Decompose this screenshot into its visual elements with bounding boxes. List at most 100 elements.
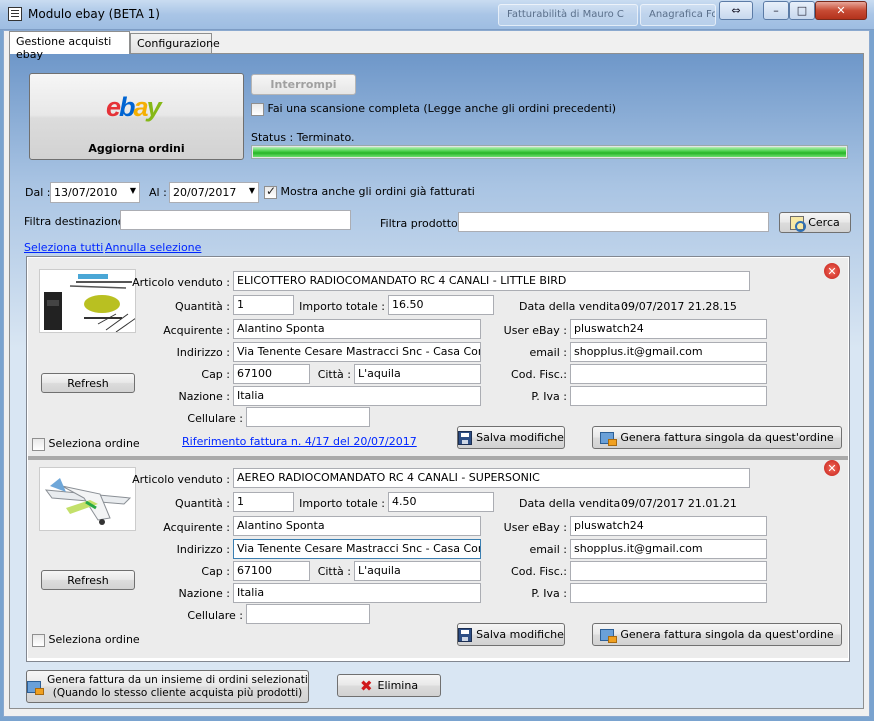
quantity-field[interactable]: 1 xyxy=(233,295,294,315)
mobile-label: Cellulare : xyxy=(187,412,243,425)
buyer-field[interactable]: Alantino Sponta xyxy=(233,516,481,536)
article-field[interactable]: AEREO RADIOCOMANDATO RC 4 CANALI - SUPER… xyxy=(233,468,750,488)
helicopter-image xyxy=(40,270,135,332)
product-thumbnail xyxy=(39,269,136,333)
search-button[interactable]: Cerca xyxy=(779,212,851,233)
email-field[interactable]: shopplus.it@gmail.com xyxy=(570,342,767,362)
sale-date-label: Data della vendita : xyxy=(519,497,628,510)
single-invoice-button[interactable]: Genera fattura singola da quest'ordine xyxy=(592,426,842,449)
order-card: Refresh Seleziona ordine Articolo vendut… xyxy=(28,258,848,456)
window-title: Modulo ebay (BETA 1) xyxy=(28,7,160,21)
country-field[interactable]: Italia xyxy=(233,386,481,406)
from-date-picker[interactable]: 13/07/2010 ▼ xyxy=(50,182,140,203)
product-filter-input[interactable] xyxy=(458,212,769,232)
orders-list: Refresh Seleziona ordine Articolo vendut… xyxy=(26,256,850,662)
address-field[interactable]: Via Tenente Cesare Mastracci Snc - Casa … xyxy=(233,539,481,559)
invoice-icon xyxy=(600,628,618,643)
save-changes-button[interactable]: Salva modifiche xyxy=(457,623,565,646)
delete-order-icon[interactable]: ✕ xyxy=(824,263,840,279)
vat-field[interactable] xyxy=(570,583,767,603)
country-label: Nazione : xyxy=(178,587,230,600)
zip-field[interactable]: 67100 xyxy=(233,561,310,581)
tab-gestione-acquisti[interactable]: Gestione acquisti ebay xyxy=(9,31,130,61)
tax-code-label: Cod. Fisc.: xyxy=(511,368,567,381)
deselect-all-link[interactable]: Annulla selezione xyxy=(105,241,201,254)
city-field[interactable]: L'aquila xyxy=(354,561,481,581)
tax-code-field[interactable] xyxy=(570,561,767,581)
buyer-label: Acquirente : xyxy=(163,521,230,534)
refresh-button[interactable]: Refresh xyxy=(41,570,135,590)
full-scan-checkbox[interactable]: Fai una scansione completa (Legge anche … xyxy=(251,102,616,116)
single-invoice-label: Genera fattura singola da quest'ordine xyxy=(620,431,834,444)
full-scan-label: Fai una scansione completa (Legge anche … xyxy=(267,102,617,115)
select-order-check[interactable] xyxy=(32,633,45,647)
close-button[interactable]: ✕ xyxy=(815,1,867,20)
to-date-picker[interactable]: 20/07/2017 ▼ xyxy=(169,182,259,203)
single-invoice-button[interactable]: Genera fattura singola da quest'ordine xyxy=(592,623,842,646)
select-order-checkbox[interactable]: Seleziona ordine xyxy=(32,633,140,647)
save-changes-button[interactable]: Salva modifiche xyxy=(457,426,565,449)
mobile-field[interactable] xyxy=(246,407,370,427)
total-field[interactable]: 16.50 xyxy=(388,295,494,315)
delete-order-icon[interactable]: ✕ xyxy=(824,460,840,476)
show-invoiced-check[interactable] xyxy=(264,184,277,199)
city-field[interactable]: L'aquila xyxy=(354,364,481,384)
sale-date-value: 09/07/2017 21.28.15 xyxy=(621,300,737,313)
invoice-reference-link[interactable]: Riferimento fattura n. 4/17 del 20/07/20… xyxy=(182,435,417,448)
multi-invoice-label: Genera fattura da un insieme di ordini s… xyxy=(47,674,308,700)
zip-field[interactable]: 67100 xyxy=(233,364,310,384)
city-label: Città : xyxy=(317,565,351,578)
airplane-image xyxy=(40,468,135,530)
buyer-field[interactable]: Alantino Sponta xyxy=(233,319,481,339)
select-order-label: Seleziona ordine xyxy=(48,437,140,450)
restore-button[interactable]: ⇔ xyxy=(719,1,753,20)
city-label: Città : xyxy=(317,368,351,381)
quantity-field[interactable]: 1 xyxy=(233,492,294,512)
ebay-user-field[interactable]: pluswatch24 xyxy=(570,516,767,536)
update-orders-button[interactable]: ebay Aggiorna ordini xyxy=(29,73,244,160)
tax-code-field[interactable] xyxy=(570,364,767,384)
vat-field[interactable] xyxy=(570,386,767,406)
select-order-checkbox[interactable]: Seleziona ordine xyxy=(32,437,140,451)
search-button-label: Cerca xyxy=(808,216,840,229)
stop-button[interactable]: Interrompi xyxy=(251,74,356,95)
ebay-logo: ebay xyxy=(106,92,162,122)
multi-invoice-label-line1: Genera fattura da un insieme di ordini s… xyxy=(47,673,308,686)
product-thumbnail xyxy=(39,467,136,531)
product-filter-label: Filtra prodotto : xyxy=(380,217,465,230)
refresh-button[interactable]: Refresh xyxy=(41,373,135,393)
maximize-button[interactable]: □ xyxy=(789,1,815,20)
order-card: Refresh Seleziona ordine Articolo vendut… xyxy=(28,460,848,658)
total-field[interactable]: 4.50 xyxy=(388,492,494,512)
invoice-icon xyxy=(600,431,618,446)
article-field[interactable]: ELICOTTERO RADIOCOMANDATO RC 4 CANALI - … xyxy=(233,271,750,291)
minimize-button[interactable]: – xyxy=(763,1,789,20)
select-order-check[interactable] xyxy=(32,437,45,451)
destination-filter-input[interactable] xyxy=(120,210,351,230)
article-label: Articolo venduto : xyxy=(132,473,230,486)
ebay-user-label: User eBay : xyxy=(503,324,567,337)
total-label: Importo totale : xyxy=(299,497,385,510)
ebay-user-field[interactable]: pluswatch24 xyxy=(570,319,767,339)
address-field[interactable]: Via Tenente Cesare Mastracci Snc - Casa … xyxy=(233,342,481,362)
app-icon xyxy=(8,7,22,21)
destination-filter-label: Filtra destinazione : xyxy=(24,215,132,228)
status-text: Status : Terminato. xyxy=(251,131,355,144)
zip-label: Cap : xyxy=(201,368,230,381)
tab-configurazione[interactable]: Configurazione xyxy=(130,33,220,53)
to-date-value: 20/07/2017 xyxy=(173,186,237,199)
total-label: Importo totale : xyxy=(299,300,385,313)
show-invoiced-checkbox[interactable]: Mostra anche gli ordini già fatturati xyxy=(264,184,475,199)
country-field[interactable]: Italia xyxy=(233,583,481,603)
tax-code-label: Cod. Fisc.: xyxy=(511,565,567,578)
quantity-label: Quantità : xyxy=(175,497,230,510)
select-all-link[interactable]: Seleziona tutti xyxy=(24,241,103,254)
full-scan-check[interactable] xyxy=(251,102,264,116)
email-field[interactable]: shopplus.it@gmail.com xyxy=(570,539,767,559)
save-changes-label: Salva modifiche xyxy=(476,431,564,444)
mobile-field[interactable] xyxy=(246,604,370,624)
multi-invoice-button[interactable]: Genera fattura da un insieme di ordini s… xyxy=(26,670,309,703)
save-changes-label: Salva modifiche xyxy=(476,628,564,641)
delete-button[interactable]: ✖ Elimina xyxy=(337,674,441,697)
chevron-down-icon: ▼ xyxy=(248,186,255,195)
